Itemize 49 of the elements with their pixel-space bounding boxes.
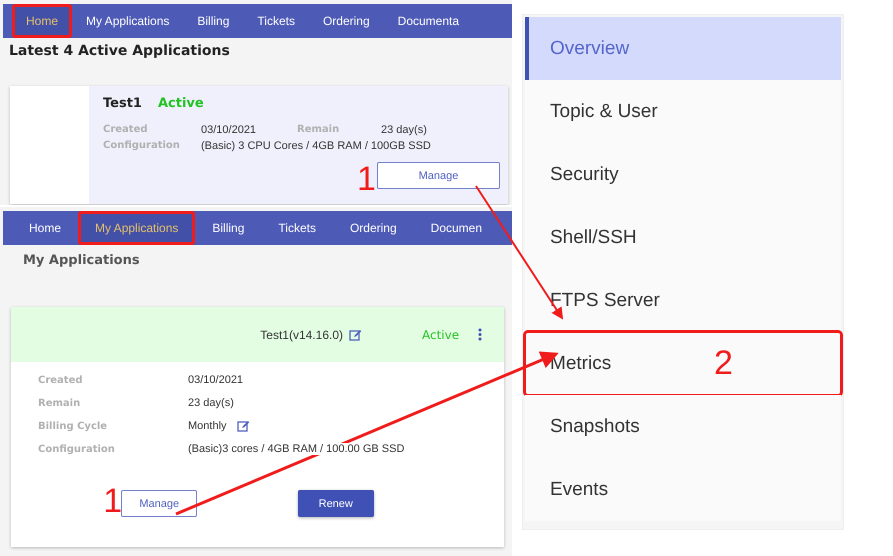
more-icon[interactable]: [478, 328, 482, 341]
sidebar-item[interactable]: Shell/SSH: [525, 206, 841, 269]
nav-tab[interactable]: Ordering: [332, 211, 414, 245]
nav-tab[interactable]: My Applications: [78, 211, 196, 245]
nav-tab[interactable]: Documen: [414, 211, 500, 245]
manage-button[interactable]: Manage: [121, 490, 198, 517]
sidebar-item[interactable]: Security: [525, 143, 841, 206]
callout-number: 1: [357, 162, 376, 196]
status-text: Active: [158, 96, 204, 111]
nav-tab[interactable]: Home: [12, 211, 78, 245]
field-value: (Basic) 3 CPU Cores / 4GB RAM / 100GB SSD: [201, 140, 432, 152]
nav-tab[interactable]: Billing: [183, 4, 244, 38]
nav-tab[interactable]: My Applications: [72, 4, 184, 38]
nav-tab[interactable]: Tickets: [243, 4, 309, 38]
status-text: Active: [422, 328, 456, 342]
field-value: Monthly: [188, 420, 227, 432]
field-label: Billing Cycle: [38, 420, 108, 432]
field-value: 23 day(s): [381, 124, 428, 136]
field-label: Remain: [297, 124, 340, 136]
field-label: Created: [103, 124, 149, 136]
renew-button[interactable]: Renew: [298, 490, 374, 517]
field-value: 03/10/2021: [201, 124, 258, 136]
nav-tab[interactable]: Home: [12, 4, 72, 38]
field-value: 03/10/2021: [188, 374, 244, 386]
sidebar-item[interactable]: FTPS Server: [525, 269, 841, 332]
sidebar-item[interactable]: Snapshots: [525, 395, 841, 458]
field-label: Remain: [38, 398, 82, 408]
field-label: Configuration: [103, 140, 181, 152]
app-name: Test1(v14.16.0): [260, 328, 343, 342]
sidebar-item[interactable]: Events: [525, 458, 841, 521]
app-name: Test1: [103, 96, 142, 111]
sidebar-item[interactable]: Metrics 2: [525, 332, 841, 395]
edit-icon[interactable]: [349, 328, 362, 340]
page-heading: Latest 4 Active Applications: [9, 43, 231, 59]
callout-number: 2: [714, 346, 733, 380]
sidebar-item[interactable]: Topic & User: [525, 80, 841, 143]
field-value: 23 day(s): [188, 397, 234, 409]
sidebar-item[interactable]: Overview: [525, 17, 841, 80]
field-value: (Basic)3 cores / 4GB RAM / 100.00 GB SSD: [188, 443, 404, 455]
nav-tab[interactable]: Tickets: [261, 211, 333, 245]
manage-button[interactable]: Manage: [377, 162, 500, 189]
field-label: Configuration: [38, 444, 116, 454]
page-heading: My Applications: [23, 253, 141, 268]
nav-tab[interactable]: Billing: [195, 211, 262, 245]
edit-icon[interactable]: [236, 420, 250, 432]
callout-number: 1: [103, 484, 122, 518]
nav-tab[interactable]: Documenta: [384, 4, 474, 38]
field-label: Created: [38, 374, 84, 386]
nav-tab[interactable]: Ordering: [308, 4, 384, 38]
